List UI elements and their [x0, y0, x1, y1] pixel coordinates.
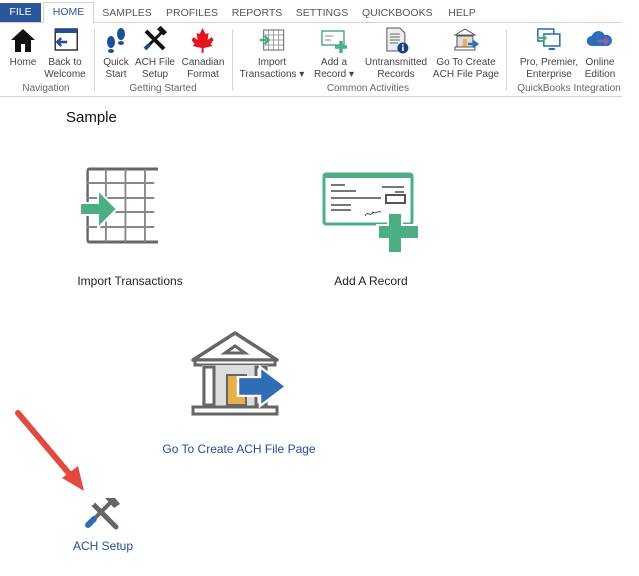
- go-to-create-ach-file-page-label[interactable]: Go To Create ACH File Page: [162, 442, 315, 456]
- back-window-icon: [54, 28, 78, 51]
- go-to-create-ach-file-page-tile[interactable]: [190, 327, 288, 428]
- tab-profiles[interactable]: PROFILES: [164, 4, 220, 23]
- group-divider: [94, 29, 95, 91]
- check-add-icon: [322, 172, 418, 253]
- online-edition-button[interactable]: Online Edition: [585, 26, 615, 81]
- home-button[interactable]: Home: [9, 26, 37, 69]
- add-a-record-label[interactable]: Add A Record: [334, 274, 407, 288]
- footprints-icon: [107, 28, 125, 53]
- tab-help[interactable]: HELP: [444, 4, 480, 23]
- maple-leaf-icon: [192, 28, 214, 53]
- bank-arrow-icon: [191, 331, 288, 416]
- red-arrow-annotation: [15, 410, 84, 491]
- ribbon-tabs: FILE HOME SAMPLES PROFILES REPORTS SETTI…: [0, 0, 639, 23]
- tab-settings[interactable]: SETTINGS: [294, 4, 350, 23]
- back-to-welcome-button[interactable]: Back to Welcome: [44, 26, 86, 81]
- go-to-create-ach-file-page-button[interactable]: Go To Create ACH File Page: [433, 26, 499, 81]
- cloud-arrow-icon: [586, 31, 613, 46]
- bank-arrow-icon: [453, 28, 480, 51]
- pro-premier-enterprise-button[interactable]: Pro, Premier, Enterprise: [520, 26, 578, 81]
- add-a-record-button[interactable]: Add a Record ▾: [314, 26, 354, 81]
- group-divider: [506, 29, 507, 91]
- tab-reports[interactable]: REPORTS: [230, 4, 284, 23]
- import-transactions-button[interactable]: Import Transactions ▾: [240, 26, 304, 81]
- desktop-sync-icon: [536, 28, 561, 50]
- ribbon: Home Back to Welcome Quick Start ACH File S…: [0, 22, 622, 97]
- tab-quickbooks[interactable]: QUICKBOOKS: [362, 4, 433, 23]
- canadian-format-button[interactable]: Canadian Format: [182, 26, 224, 81]
- group-label-quickbooks-integration: QuickBooks Integration: [517, 83, 621, 94]
- group-label-navigation: Navigation: [22, 83, 70, 94]
- untransmitted-records-button[interactable]: Untransmitted Records: [365, 26, 427, 81]
- add-a-record-tile[interactable]: [322, 172, 422, 259]
- document-info-icon: [386, 27, 409, 54]
- tools-icon: [143, 26, 167, 51]
- check-add-icon: [321, 30, 347, 53]
- ach-file-setup-button[interactable]: ACH File Setup: [135, 26, 175, 81]
- page-title: Sample: [66, 109, 117, 126]
- ach-setup-label[interactable]: ACH Setup: [73, 539, 133, 553]
- group-divider: [232, 29, 233, 91]
- tab-home[interactable]: HOME: [43, 2, 94, 23]
- import-grid-icon: [260, 29, 285, 51]
- quick-start-button[interactable]: Quick Start: [102, 26, 130, 81]
- tab-samples[interactable]: SAMPLES: [98, 4, 156, 23]
- ach-setup-tile[interactable]: [84, 495, 122, 536]
- import-transactions-label[interactable]: Import Transactions: [77, 274, 182, 288]
- tab-file[interactable]: FILE: [0, 3, 41, 23]
- group-label-common-activities: Common Activities: [326, 83, 410, 94]
- import-transactions-tile[interactable]: [78, 166, 161, 251]
- home-icon: [11, 29, 35, 52]
- import-grid-icon: [79, 167, 161, 244]
- group-label-getting-started: Getting Started: [129, 83, 197, 94]
- tools-icon: [85, 496, 120, 530]
